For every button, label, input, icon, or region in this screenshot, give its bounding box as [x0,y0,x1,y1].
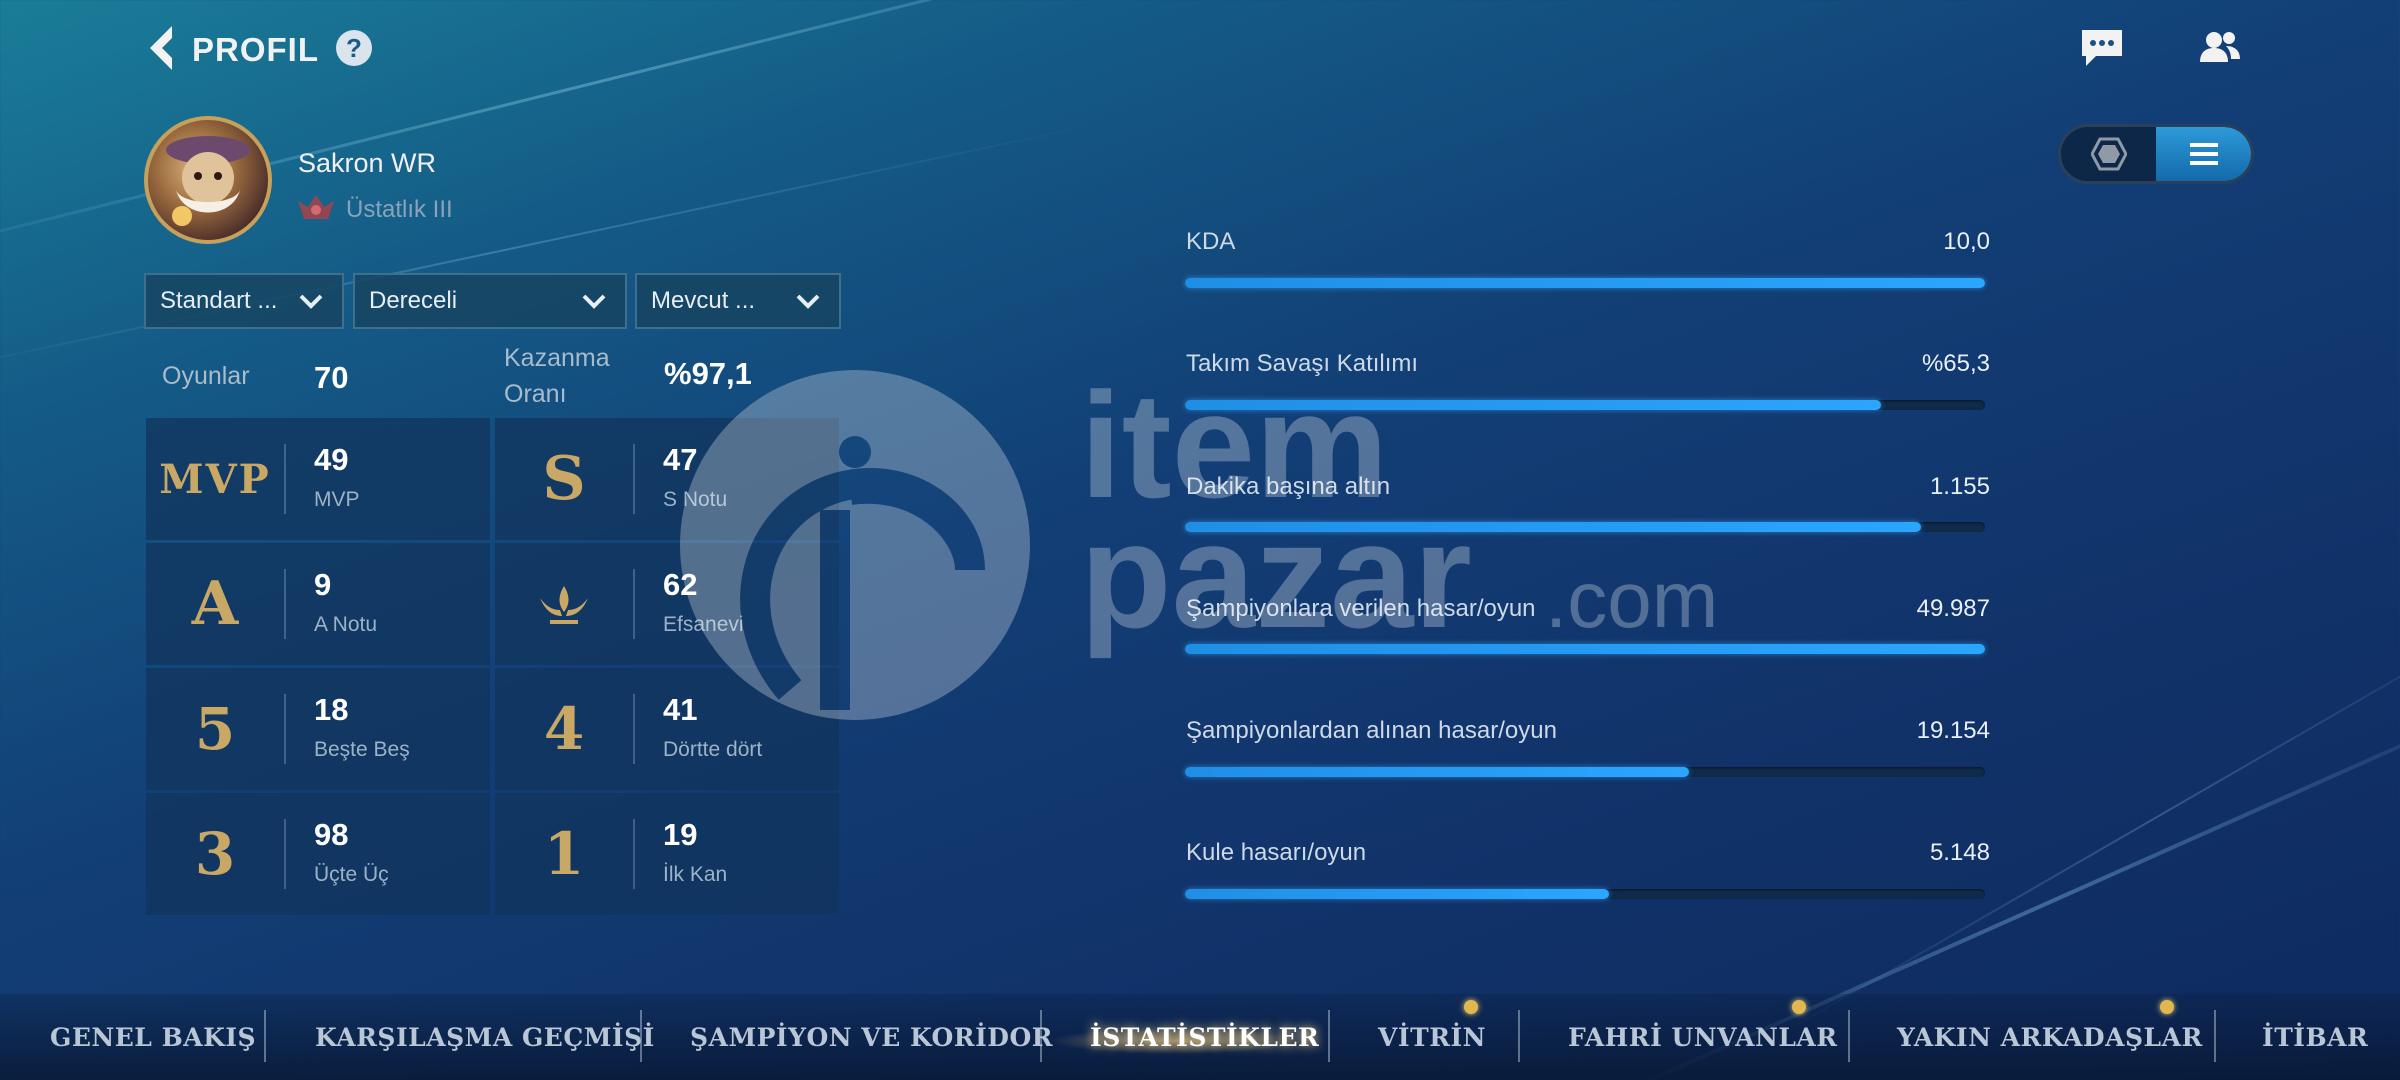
achievement-value: 62 [663,567,698,602]
quadra-kill-badge-icon: 4 [543,695,585,763]
back-arrow-icon[interactable] [146,24,176,72]
stat-bar-fill [1185,400,1881,410]
achievement-label: Üçte Üç [314,863,389,886]
mode-filter-value: Standart ... [160,287,278,314]
stat-bar-tower-damage [1185,889,1985,899]
games-label: Oyunlar [162,362,250,390]
queue-filter-dropdown[interactable]: Dereceli [353,273,627,329]
stat-bar-fill [1185,767,1689,777]
achievement-cell-s-grade[interactable]: S 47 S Notu [495,418,839,540]
a-grade-badge-icon: A [191,569,239,639]
tab-statistics[interactable]: İSTATİSTİKLER [1090,1014,1319,1060]
stat-bar-fill [1185,889,1609,899]
games-value: 70 [314,360,349,395]
achievement-cell-legendary[interactable]: 62 Efsanevi [495,543,839,665]
mode-filter-dropdown[interactable]: Standart ... [144,273,344,329]
notification-dot-icon [2160,1000,2174,1014]
stat-label-tower-damage: Kule hasarı/oyun [1186,839,1367,866]
achievement-value: 47 [663,442,698,477]
stat-value-tower-damage: 5.148 [1929,839,1990,866]
achievement-cell-mvp[interactable]: MVP 49 MVP [146,418,490,540]
tab-champion-lane[interactable]: ŞAMPİYON VE KORİDOR [690,1014,1053,1060]
notification-dot-icon [1792,1000,1806,1014]
friends-icon[interactable] [2196,26,2244,70]
stat-bar-fill [1185,278,1985,288]
achievement-value: 98 [314,817,349,852]
tab-showcase[interactable]: VİTRİN [1378,1014,1486,1060]
tab-honor-titles[interactable]: FAHRİ UNVANLAR [1568,1014,1838,1060]
tab-overview[interactable]: GENEL BAKIŞ [50,1014,256,1060]
achievement-value: 18 [314,692,349,727]
stat-bar-kda [1185,278,1985,288]
achievement-cell-first-blood[interactable]: 1 19 İlk Kan [495,793,839,915]
season-filter-dropdown[interactable]: Mevcut ... [635,273,841,329]
page-title: PROFIL [192,31,319,68]
achievement-cell-a-grade[interactable]: A 9 A Notu [146,543,490,665]
list-view-button[interactable] [2156,127,2251,181]
list-icon [2189,143,2218,165]
achievement-label: MVP [314,488,360,511]
penta-kill-badge-icon: 5 [194,695,236,763]
achievement-cell-penta[interactable]: 5 18 Beşte Beş [146,668,490,790]
view-toggle[interactable] [2058,124,2254,184]
achievement-label: Efsanevi [663,613,744,636]
stat-bar-gold [1185,522,1985,532]
tab-close-friends[interactable]: YAKIN ARKADAŞLAR [1897,1014,2203,1060]
avatar[interactable] [144,116,272,244]
chevron-down-icon [299,294,323,309]
tab-match-history[interactable]: KARŞILAŞMA GEÇMİŞİ [315,1014,655,1060]
stat-bar-damage-dealt [1185,644,1985,654]
chat-icon[interactable] [2078,26,2126,70]
stat-label-gold: Dakika başına altın [1186,473,1391,500]
legendary-badge-icon [495,543,633,665]
stat-bar-damage-taken [1185,767,1985,777]
achievement-value: 49 [314,442,349,477]
watermark-suffix: .com [1545,555,1719,644]
mvp-badge-icon: MVP [159,455,271,503]
stat-value-teamfight: %65,3 [1921,350,1990,377]
stat-bar-fill [1185,522,1921,532]
triple-kill-badge-icon: 3 [194,820,236,888]
stat-value-gold: 1.155 [1929,473,1990,500]
tab-reputation[interactable]: İTİBAR [2262,1014,2368,1060]
chevron-down-icon [796,294,820,309]
stat-label-kda: KDA [1186,228,1236,255]
hex-view-button[interactable] [2061,127,2156,181]
chevron-down-icon [582,294,606,309]
rank-label: Üstatlık III [346,196,453,223]
stat-label-damage-taken: Şampiyonlardan alınan hasar/oyun [1186,717,1557,744]
player-name: Sakron WR [298,148,437,178]
stat-value-damage-taken: 19.154 [1916,717,1990,744]
achievement-value: 9 [314,567,332,602]
achievement-value: 41 [663,692,698,727]
stat-label-damage-dealt: Şampiyonlara verilen hasar/oyun [1186,595,1536,622]
season-filter-value: Mevcut ... [651,287,756,314]
queue-filter-value: Dereceli [369,287,458,314]
achievement-label: S Notu [663,488,728,511]
rank-emblem-icon [298,195,334,219]
achievement-value: 19 [663,817,698,852]
achievement-label: Beşte Beş [314,738,410,761]
achievement-label: İlk Kan [663,863,728,886]
help-icon[interactable]: ? [336,30,372,66]
champion-portrait-icon [166,136,250,226]
first-blood-badge-icon: 1 [543,820,585,888]
stat-bar-fill [1185,644,1985,654]
stat-value-damage-dealt: 49.987 [1916,595,1990,622]
achievement-grid: MVP 49 MVP S 47 S Notu A 9 A Notu 62 Efs… [146,418,839,915]
winrate-value: %97,1 [664,356,752,391]
stat-bar-teamfight [1185,400,1985,410]
s-grade-badge-icon: S [542,444,586,514]
bottom-tab-bar: GENEL BAKIŞ KARŞILAŞMA GEÇMİŞİ ŞAMPİYON … [0,994,2400,1080]
achievement-label: A Notu [314,613,378,636]
achievement-cell-quadra[interactable]: 4 41 Dörtte dört [495,668,839,790]
stat-label-teamfight: Takım Savaşı Katılımı [1186,350,1419,377]
achievement-cell-triple[interactable]: 3 98 Üçte Üç [146,793,490,915]
hexagon-icon [2090,137,2127,171]
achievement-label: Dörtte dört [663,738,763,761]
winrate-label: Kazanma Oranı [504,344,610,408]
stat-value-kda: 10,0 [1943,228,1990,255]
notification-dot-icon [1464,1000,1478,1014]
